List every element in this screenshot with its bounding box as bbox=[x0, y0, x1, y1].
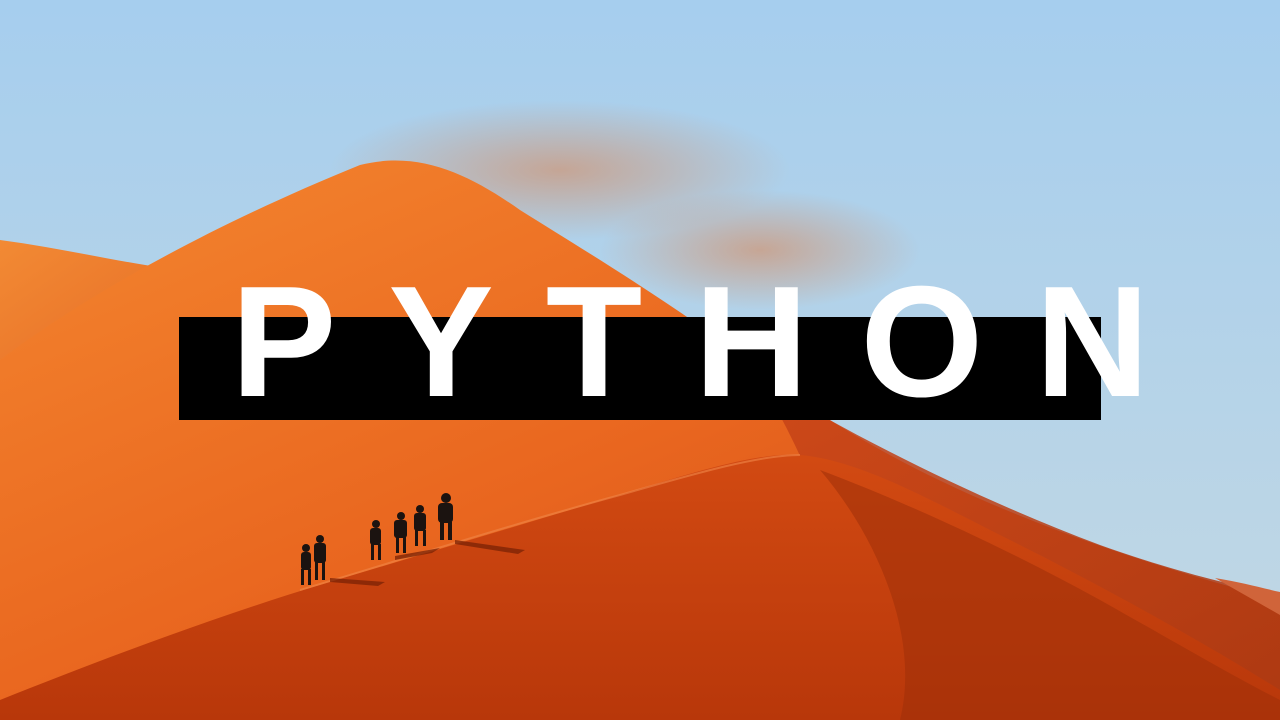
page-title: PYTHON bbox=[231, 254, 1202, 430]
